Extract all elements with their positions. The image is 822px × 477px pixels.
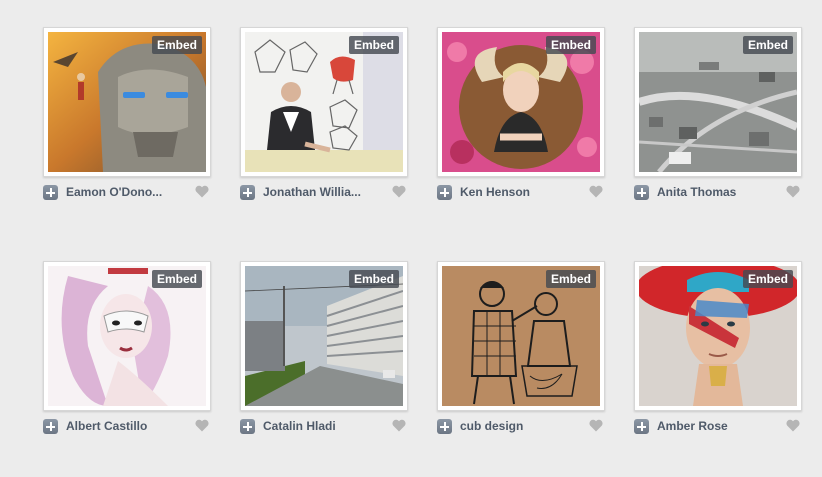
- plus-square-icon[interactable]: [634, 419, 649, 434]
- author-name[interactable]: Ken Henson: [460, 185, 578, 199]
- plus-square-icon[interactable]: [43, 419, 58, 434]
- heart-icon[interactable]: [589, 185, 603, 198]
- project-thumbnail[interactable]: Embed: [634, 261, 802, 411]
- project-meta: Eamon O'Dono...: [43, 184, 209, 204]
- plus-square-icon[interactable]: [240, 185, 255, 200]
- author-name[interactable]: Anita Thomas: [657, 185, 775, 199]
- project-meta: Anita Thomas: [634, 184, 800, 204]
- project-meta: Ken Henson: [437, 184, 603, 204]
- plus-square-icon[interactable]: [437, 185, 452, 200]
- author-name[interactable]: Albert Castillo: [66, 419, 184, 433]
- project-thumbnail[interactable]: Embed: [240, 261, 408, 411]
- project-card: Embed Amber Rose: [634, 261, 802, 438]
- author-name[interactable]: cub design: [460, 419, 578, 433]
- heart-icon[interactable]: [195, 419, 209, 432]
- project-card: Embed Eamon O'Dono...: [43, 27, 211, 204]
- embed-button[interactable]: Embed: [545, 36, 596, 54]
- plus-square-icon[interactable]: [437, 419, 452, 434]
- project-thumbnail[interactable]: Embed: [43, 261, 211, 411]
- heart-icon[interactable]: [392, 419, 406, 432]
- heart-icon[interactable]: [195, 185, 209, 198]
- project-card: Embed Jonathan Willia...: [240, 27, 408, 204]
- embed-button[interactable]: Embed: [151, 270, 202, 288]
- embed-button[interactable]: Embed: [742, 270, 793, 288]
- plus-square-icon[interactable]: [43, 185, 58, 200]
- author-name[interactable]: Jonathan Willia...: [263, 185, 381, 199]
- heart-icon[interactable]: [392, 185, 406, 198]
- project-meta: Amber Rose: [634, 418, 800, 438]
- project-thumbnail[interactable]: Embed: [437, 27, 605, 177]
- plus-square-icon[interactable]: [634, 185, 649, 200]
- project-thumbnail[interactable]: Embed: [634, 27, 802, 177]
- project-grid: Embed Eamon O'Dono... Embed Jonathan Wil…: [0, 0, 822, 477]
- author-name[interactable]: Eamon O'Dono...: [66, 185, 184, 199]
- embed-button[interactable]: Embed: [545, 270, 596, 288]
- project-card: Embed Catalin Hladi: [240, 261, 408, 438]
- heart-icon[interactable]: [786, 419, 800, 432]
- project-card: Embed Anita Thomas: [634, 27, 802, 204]
- embed-button[interactable]: Embed: [151, 36, 202, 54]
- heart-icon[interactable]: [589, 419, 603, 432]
- heart-icon[interactable]: [786, 185, 800, 198]
- project-thumbnail[interactable]: Embed: [240, 27, 408, 177]
- plus-square-icon[interactable]: [240, 419, 255, 434]
- project-meta: Jonathan Willia...: [240, 184, 406, 204]
- project-thumbnail[interactable]: Embed: [43, 27, 211, 177]
- project-thumbnail[interactable]: Embed: [437, 261, 605, 411]
- project-card: Embed Ken Henson: [437, 27, 605, 204]
- project-meta: Catalin Hladi: [240, 418, 406, 438]
- project-meta: cub design: [437, 418, 603, 438]
- embed-button[interactable]: Embed: [348, 270, 399, 288]
- author-name[interactable]: Catalin Hladi: [263, 419, 381, 433]
- embed-button[interactable]: Embed: [348, 36, 399, 54]
- author-name[interactable]: Amber Rose: [657, 419, 775, 433]
- project-card: Embed Albert Castillo: [43, 261, 211, 438]
- project-meta: Albert Castillo: [43, 418, 209, 438]
- project-card: Embed cub design: [437, 261, 605, 438]
- embed-button[interactable]: Embed: [742, 36, 793, 54]
